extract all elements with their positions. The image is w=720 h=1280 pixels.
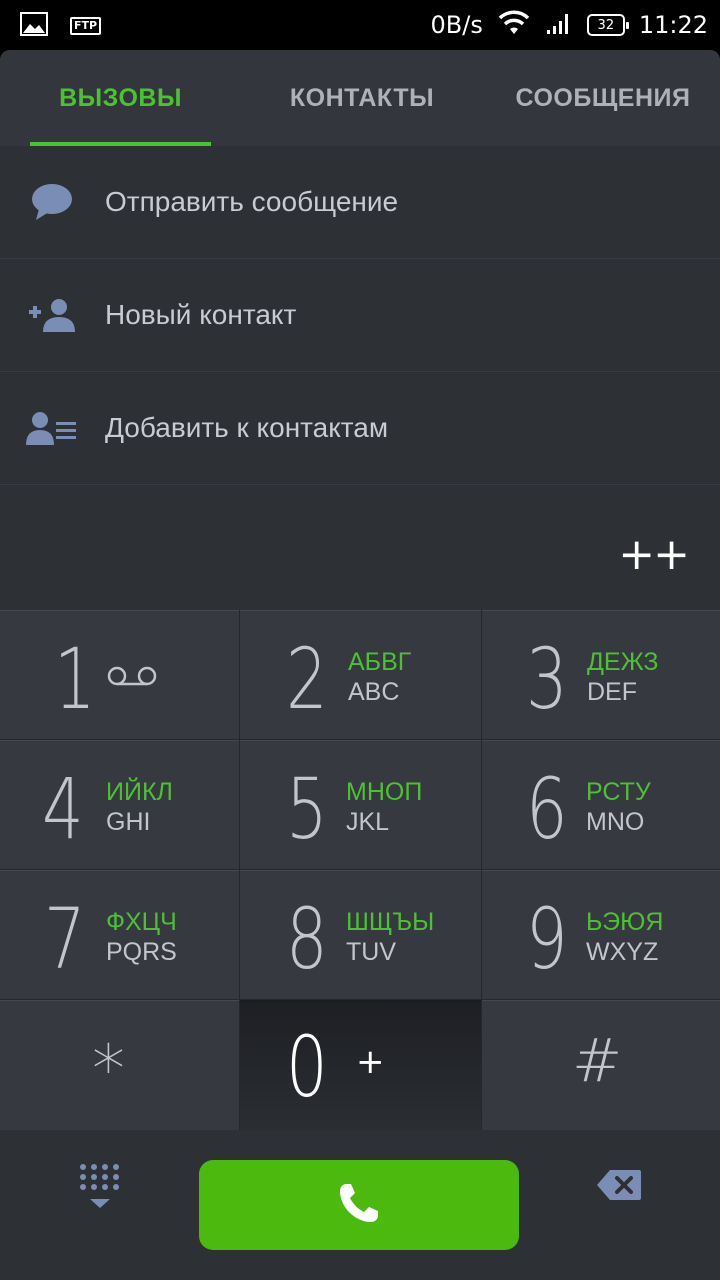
- key-star-symbol: *: [92, 1031, 125, 1108]
- key-6-en: MNO: [586, 808, 645, 836]
- key-3-letters: ДЕЖЗ DEF: [587, 647, 659, 707]
- key-5-ru: МНОП: [346, 778, 423, 806]
- signal-icon: [545, 11, 573, 39]
- wifi-icon: [497, 10, 531, 40]
- tab-contacts[interactable]: КОНТАКТЫ: [268, 50, 456, 146]
- key-8-letters: ШЩЪЫ TUV: [346, 907, 434, 967]
- backspace-icon[interactable]: [596, 1168, 642, 1202]
- tab-calls[interactable]: ВЫЗОВЫ: [30, 50, 211, 146]
- key-9-letters: ЬЭЮЯ WXYZ: [586, 907, 663, 967]
- key-2-digit: 2: [286, 630, 328, 728]
- key-6-digit: 6: [526, 760, 568, 858]
- status-bar: FTP 0B/s 32 11:22: [0, 0, 720, 50]
- key-4-ru: ИЙКЛ: [106, 778, 173, 806]
- key-2-letters: АБВГ ABC: [348, 647, 411, 707]
- key-4-en: GHI: [106, 808, 151, 836]
- key-5-letters: МНОП JKL: [346, 777, 422, 837]
- tab-bar: ВЫЗОВЫ КОНТАКТЫ СООБЩЕНИЯ: [0, 50, 720, 146]
- new-contact-item[interactable]: Новый контакт: [0, 259, 720, 372]
- key-9-ru: ЬЭЮЯ: [586, 908, 664, 936]
- battery-icon: 32: [586, 14, 629, 36]
- key-3-digit: 3: [526, 630, 568, 728]
- voicemail-icon: [106, 663, 158, 693]
- phone-icon: [336, 1180, 382, 1230]
- call-button[interactable]: [199, 1160, 519, 1250]
- key-6-letters: РСТУ MNO: [586, 777, 651, 837]
- dialed-number: ++: [618, 529, 690, 580]
- key-5-digit: 5: [286, 760, 328, 858]
- send-message-item[interactable]: Отправить сообщение: [0, 146, 720, 259]
- key-1-digit: 1: [54, 630, 96, 728]
- key-hash[interactable]: #: [482, 1000, 720, 1130]
- add-to-contacts-label: Добавить к контактам: [105, 412, 389, 443]
- dialpad-toggle-icon[interactable]: [78, 1162, 122, 1210]
- key-9-digit: 9: [526, 890, 568, 988]
- key-1[interactable]: 1: [0, 610, 239, 739]
- keypad: 1 2 АБВГ ABC 3 ДЕЖЗ DEF 4 ИЙКЛ GHI 5 МНО…: [0, 610, 720, 1130]
- battery-level: 32: [597, 17, 615, 33]
- number-display-area: ++: [0, 485, 720, 610]
- chat-bubble-icon: [26, 146, 78, 258]
- key-8-digit: 8: [286, 890, 328, 988]
- key-5[interactable]: 5 МНОП JKL: [240, 740, 481, 869]
- key-7[interactable]: 7 ФХЦЧ PQRS: [0, 870, 239, 999]
- ftp-icon: FTP: [70, 17, 102, 35]
- key-star[interactable]: *: [0, 1000, 239, 1130]
- clock: 11:22: [638, 11, 708, 39]
- key-7-ru: ФХЦЧ: [106, 908, 177, 936]
- image-icon: [20, 12, 48, 40]
- bottom-bar: [0, 1130, 720, 1280]
- ftp-label: FTP: [74, 19, 98, 32]
- key-6[interactable]: 6 РСТУ MNO: [482, 740, 720, 869]
- key-8-ru: ШЩЪЫ: [346, 908, 435, 936]
- key-7-letters: ФХЦЧ PQRS: [106, 907, 177, 967]
- key-4-letters: ИЙКЛ GHI: [106, 777, 173, 837]
- contact-list-icon: [26, 372, 78, 484]
- key-3-en: DEF: [587, 678, 637, 706]
- add-to-contacts-item[interactable]: Добавить к контактам: [0, 372, 720, 485]
- key-2[interactable]: 2 АБВГ ABC: [240, 610, 481, 739]
- tab-messages[interactable]: СООБЩЕНИЯ: [505, 50, 701, 146]
- key-4-digit: 4: [42, 760, 84, 858]
- send-message-label: Отправить сообщение: [105, 186, 399, 217]
- key-hash-symbol: #: [572, 1026, 623, 1096]
- key-6-ru: РСТУ: [586, 778, 651, 806]
- key-3-ru: ДЕЖЗ: [587, 648, 659, 676]
- key-2-en: ABC: [348, 678, 400, 706]
- dialer-app: ВЫЗОВЫ КОНТАКТЫ СООБЩЕНИЯ Отправить сооб…: [0, 50, 720, 1280]
- key-0-digit: 0: [286, 1018, 328, 1116]
- key-7-digit: 7: [44, 890, 86, 988]
- key-9[interactable]: 9 ЬЭЮЯ WXYZ: [482, 870, 720, 999]
- key-2-ru: АБВГ: [348, 648, 412, 676]
- key-0-plus: +: [356, 1042, 385, 1082]
- key-5-en: JKL: [346, 808, 390, 836]
- key-4[interactable]: 4 ИЙКЛ GHI: [0, 740, 239, 869]
- key-3[interactable]: 3 ДЕЖЗ DEF: [482, 610, 720, 739]
- network-speed: 0B/s: [430, 11, 483, 39]
- key-8-en: TUV: [346, 938, 396, 966]
- add-contact-icon: [26, 259, 78, 371]
- key-7-en: PQRS: [106, 938, 177, 966]
- key-0[interactable]: 0 +: [240, 1000, 481, 1130]
- key-8[interactable]: 8 ШЩЪЫ TUV: [240, 870, 481, 999]
- new-contact-label: Новый контакт: [105, 299, 297, 330]
- key-9-en: WXYZ: [586, 938, 659, 966]
